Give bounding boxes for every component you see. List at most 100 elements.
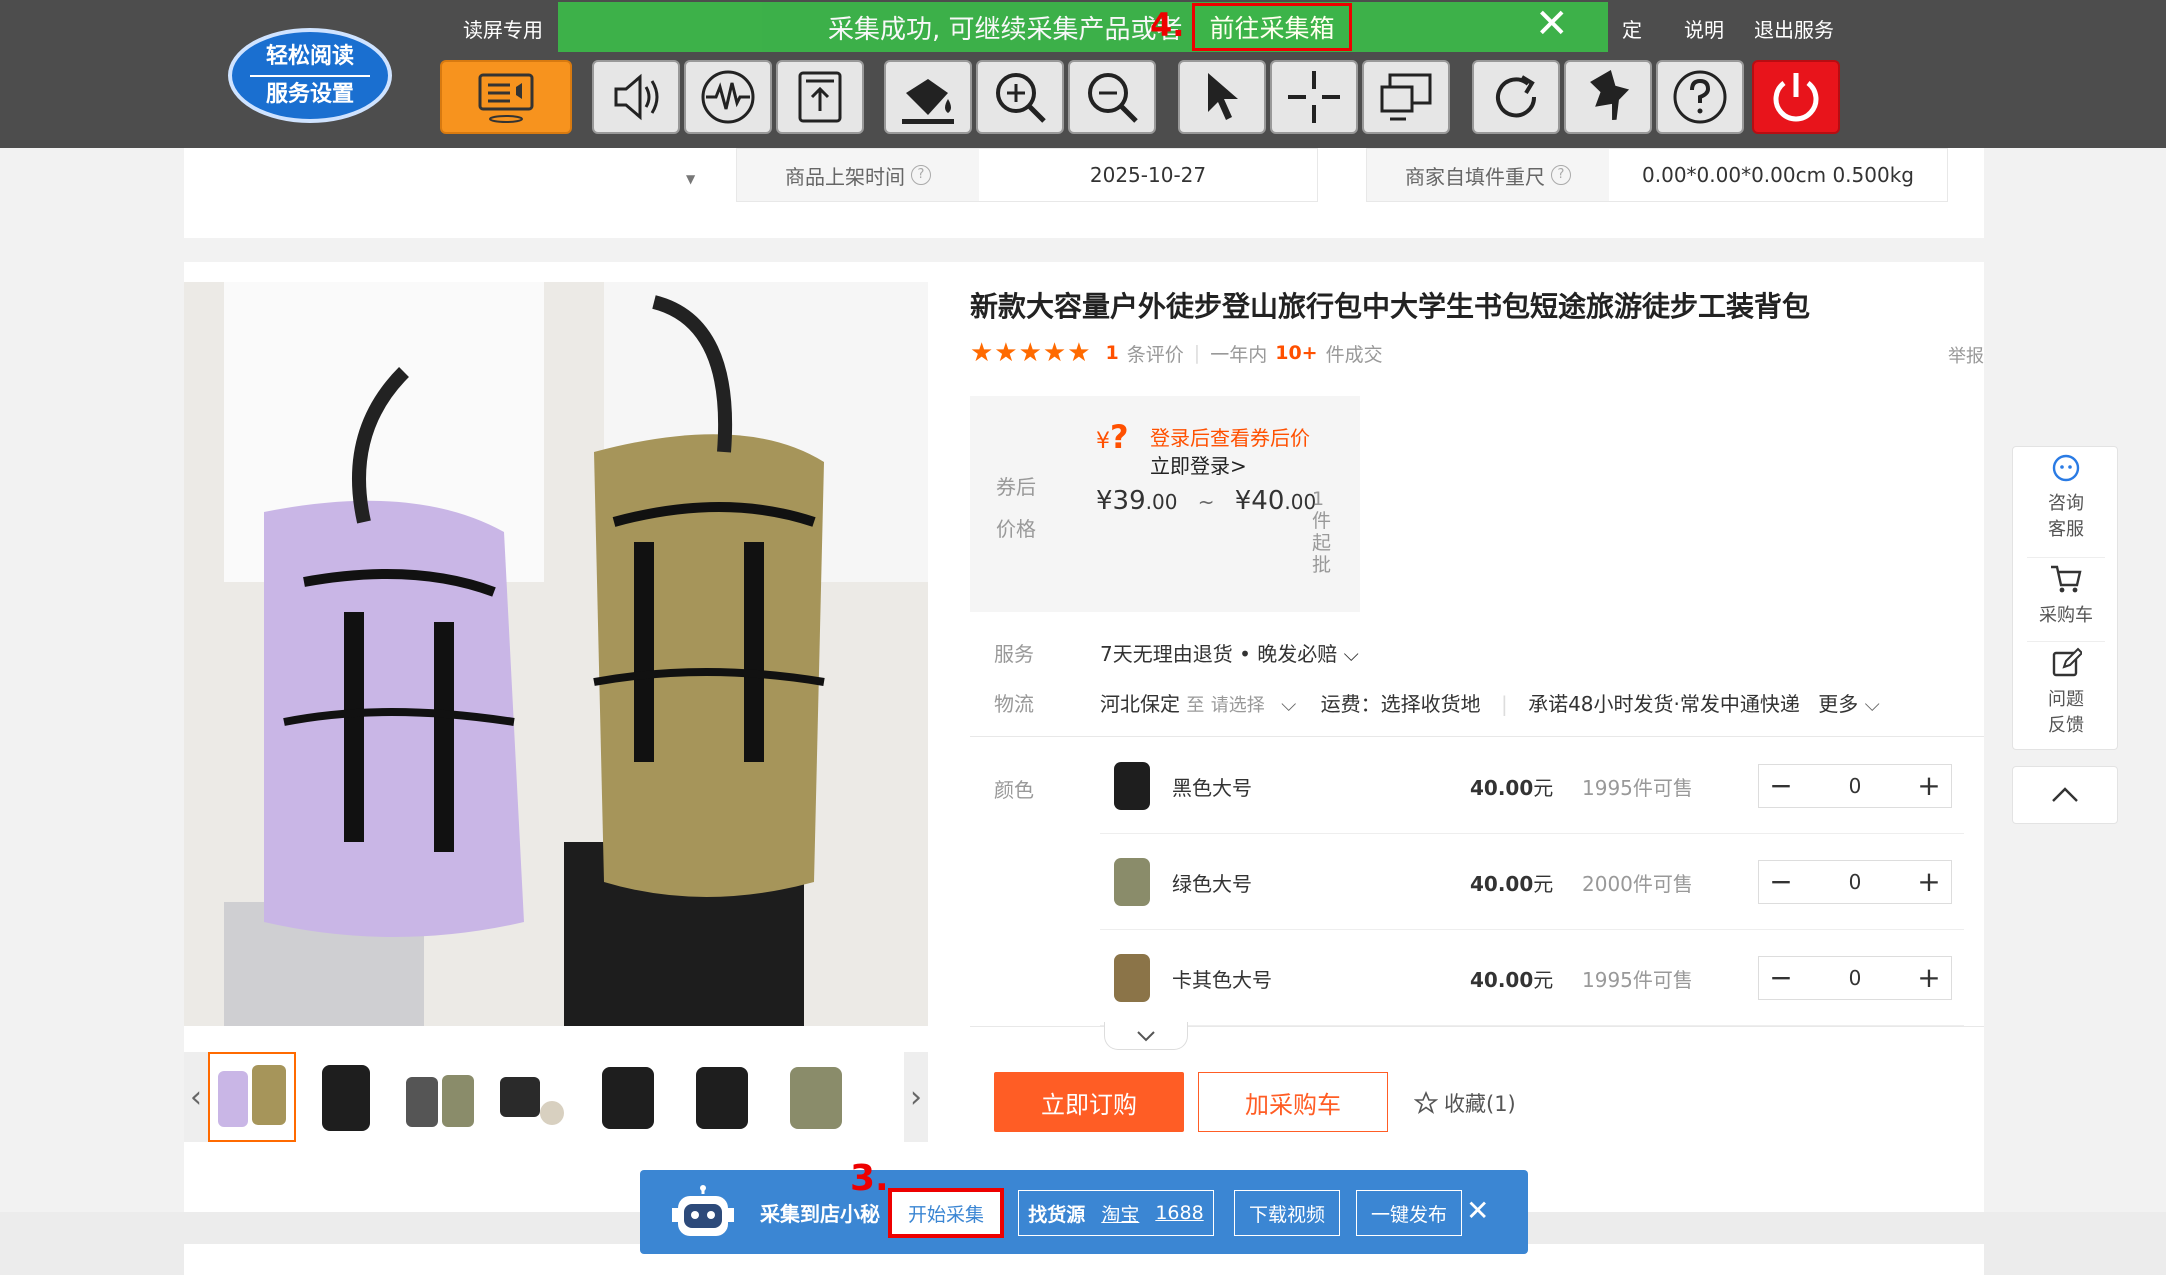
collect-plugin-bar: 采集到店小秘 开始采集 找货源 淘宝 1688 下载视频 一键发布 xyxy=(640,1170,1528,1254)
minus-button[interactable]: − xyxy=(1759,860,1803,904)
zoom-out-button[interactable] xyxy=(1068,60,1156,134)
favorite-button[interactable]: 收藏(1) xyxy=(1414,1088,1516,1118)
plus-button[interactable]: + xyxy=(1907,860,1951,904)
listing-time-attr: 商品上架时间? 2025-10-27 xyxy=(736,148,1318,202)
min-order: 1件起批 xyxy=(1312,488,1332,576)
pointer-icon xyxy=(1208,73,1238,120)
pin-icon xyxy=(1590,69,1630,121)
back-to-top-button[interactable] xyxy=(2012,766,2118,824)
minus-button[interactable]: − xyxy=(1759,764,1803,808)
login-price-tip[interactable]: 登录后查看券后价 xyxy=(1150,422,1310,451)
pin-button[interactable] xyxy=(1564,60,1652,134)
thumbnail[interactable] xyxy=(490,1052,578,1142)
buy-now-button[interactable]: 立即订购 xyxy=(994,1072,1184,1132)
zoom-out-icon xyxy=(1088,73,1138,123)
speed-button[interactable] xyxy=(684,60,772,134)
chevron-right-icon[interactable]: › xyxy=(904,1052,928,1142)
customer-service-button[interactable]: 咨询 客服 xyxy=(2013,453,2119,543)
login-now-link[interactable]: 立即登录> xyxy=(1150,450,1247,479)
review-label[interactable]: 条评价 xyxy=(1127,340,1184,367)
freight-select[interactable]: 运费：选择收货地 xyxy=(1321,692,1481,716)
1688-link[interactable]: 1688 xyxy=(1155,1202,1203,1224)
screen-reader-icon xyxy=(478,73,534,123)
sku-row: 绿色大号 40.00元 2000件可售 − 0 + xyxy=(1100,834,1964,930)
report-link[interactable]: 举报 xyxy=(1948,342,1984,368)
crosshair-button[interactable] xyxy=(1270,60,1358,134)
display-button[interactable] xyxy=(1362,60,1450,134)
banner-close-icon[interactable]: ✕ xyxy=(1535,4,1569,44)
service-value[interactable]: 7天无理由退货 • 晚发必赔 ⌵ xyxy=(1100,638,1359,667)
collect-bar-title: 采集到店小秘 xyxy=(760,1202,880,1226)
sku-thumbnail[interactable] xyxy=(1104,854,1160,910)
quantity-stepper: − 0 + xyxy=(1758,860,1952,904)
menu-exit[interactable]: 退出服务 xyxy=(1754,14,1834,46)
sku-thumbnail[interactable] xyxy=(1104,950,1160,1006)
help-button[interactable] xyxy=(1656,60,1744,134)
menu-help[interactable]: 说明 xyxy=(1684,14,1724,46)
price-box: 券后 价格 ¥? 登录后查看券后价 立即登录> ¥39.00 ~ ¥40.00 1… xyxy=(970,396,1360,612)
purchase-cart-button[interactable]: 采购车 xyxy=(2013,563,2119,629)
quantity-input[interactable]: 0 xyxy=(1803,870,1907,894)
help-circle-icon: ? xyxy=(1551,165,1571,185)
plus-button[interactable]: + xyxy=(1907,764,1951,808)
find-source-button[interactable]: 找货源 淘宝 1688 xyxy=(1018,1190,1214,1236)
go-to-collection-box-link[interactable]: 前往采集箱 xyxy=(1192,3,1352,51)
crosshair-icon xyxy=(1288,71,1340,123)
banner-message: 采集成功, 可继续采集产品或者 xyxy=(828,14,1183,45)
address-select[interactable]: 请选择 xyxy=(1211,695,1265,716)
feedback-button[interactable]: 问题 反馈 xyxy=(2013,647,2119,739)
step-3-marker: 3. xyxy=(850,1158,889,1199)
one-click-publish-button[interactable]: 一键发布 xyxy=(1356,1190,1462,1236)
menu-fixed[interactable]: 定 xyxy=(1622,14,1642,46)
zoom-in-button[interactable] xyxy=(976,60,1064,134)
expand-sku-button[interactable] xyxy=(1104,1022,1188,1050)
thumbnail[interactable] xyxy=(678,1052,766,1142)
help-circle-icon: ? xyxy=(911,165,931,185)
caret-down-icon[interactable]: ▼ xyxy=(686,172,695,186)
collect-success-banner: 采集成功, 可继续采集产品或者 xyxy=(558,2,1608,52)
download-video-button[interactable]: 下载视频 xyxy=(1234,1190,1340,1236)
edit-icon xyxy=(2052,647,2084,677)
review-count[interactable]: 1 xyxy=(1106,342,1119,364)
quantity-input[interactable]: 0 xyxy=(1803,966,1907,990)
thumbnail[interactable] xyxy=(302,1052,390,1142)
reset-button[interactable] xyxy=(1472,60,1560,134)
robot-icon xyxy=(672,1185,734,1236)
zoom-in-icon xyxy=(996,73,1046,123)
thumbnail[interactable] xyxy=(772,1052,860,1142)
product-main-image[interactable] xyxy=(184,282,928,1026)
chevron-up-icon xyxy=(2052,787,2078,802)
sound-button[interactable] xyxy=(592,60,680,134)
price-range: ¥39.00 ~ ¥40.00 xyxy=(1096,486,1317,516)
color-label: 颜色 xyxy=(994,778,1034,802)
page-button[interactable] xyxy=(776,60,864,134)
menu-screen-reader[interactable]: 读屏专用 xyxy=(463,14,543,46)
sold-count: 10+ xyxy=(1275,342,1318,364)
chevron-down-icon: ⌵ xyxy=(1864,692,1880,716)
display-icon xyxy=(1380,73,1432,121)
quantity-input[interactable]: 0 xyxy=(1803,774,1907,798)
service-settings-badge[interactable]: 轻松阅读 服务设置 xyxy=(228,28,392,123)
thumbnail[interactable] xyxy=(208,1052,296,1142)
color-button[interactable] xyxy=(884,60,972,134)
cart-icon xyxy=(2051,565,2082,593)
chevron-left-icon[interactable]: ‹ xyxy=(184,1052,208,1142)
pointer-button[interactable] xyxy=(1178,60,1266,134)
plus-button[interactable]: + xyxy=(1907,956,1951,1000)
thumbnail[interactable] xyxy=(584,1052,672,1142)
quantity-stepper: − 0 + xyxy=(1758,764,1952,808)
collect-bar-close-icon[interactable]: ✕ xyxy=(1466,1194,1489,1227)
quantity-stepper: − 0 + xyxy=(1758,956,1952,1000)
thumbnail[interactable] xyxy=(396,1052,484,1142)
thumbnail-strip: ‹ › xyxy=(184,1052,928,1142)
chat-bot-icon xyxy=(2052,454,2080,482)
chevron-down-icon xyxy=(1137,1030,1155,1041)
page-up-icon xyxy=(798,71,842,123)
power-button[interactable] xyxy=(1752,60,1840,134)
taobao-link[interactable]: 淘宝 xyxy=(1101,1200,1139,1227)
add-to-cart-button[interactable]: 加采购车 xyxy=(1198,1072,1388,1132)
sku-thumbnail[interactable] xyxy=(1104,758,1160,814)
more-logistics[interactable]: 更多 xyxy=(1818,692,1858,716)
screen-reader-button[interactable] xyxy=(440,60,572,134)
minus-button[interactable]: − xyxy=(1759,956,1803,1000)
